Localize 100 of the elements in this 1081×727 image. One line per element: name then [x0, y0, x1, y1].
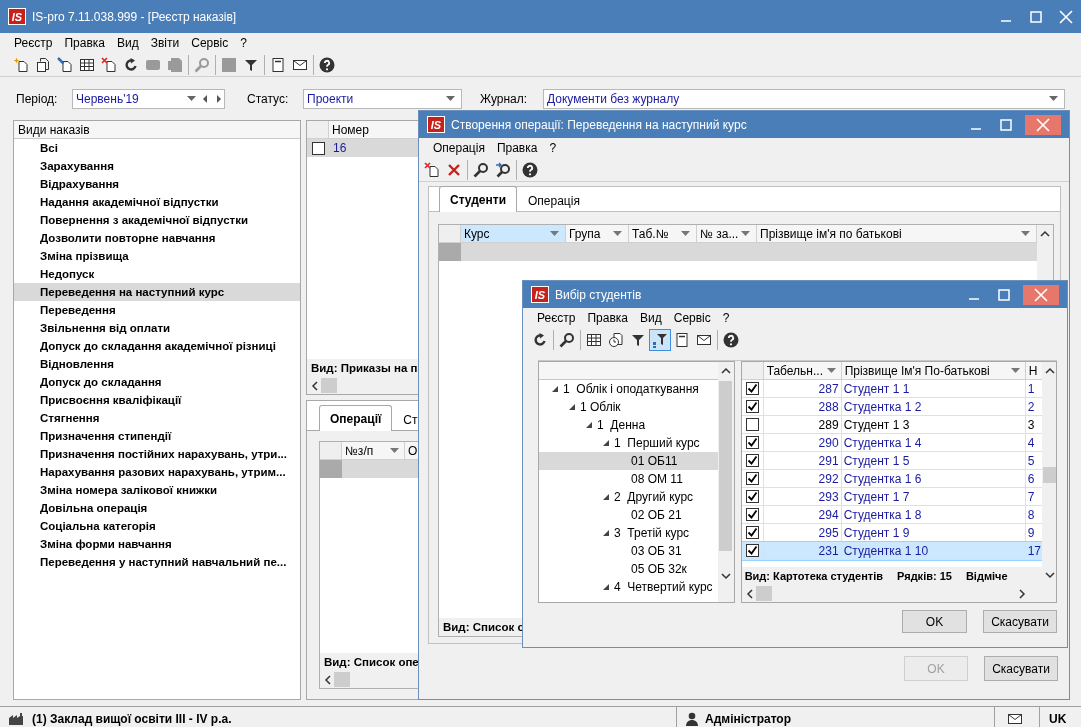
close-button[interactable] — [1025, 114, 1061, 135]
list-item[interactable]: Всі — [14, 139, 300, 157]
scrollbar-thumb[interactable] — [1043, 467, 1056, 483]
tree-item[interactable]: 1 Облік і оподаткування — [563, 382, 699, 396]
menu-item[interactable]: Реєстр — [531, 311, 582, 325]
scrollbar-thumb[interactable] — [719, 381, 733, 551]
checkbox[interactable] — [745, 454, 759, 467]
column-header[interactable]: Види наказів — [14, 121, 300, 139]
tab[interactable]: Операції — [319, 405, 393, 431]
tree-item[interactable]: 03 ОБ 31 — [631, 544, 682, 558]
tree-item[interactable]: 1 Перший курс — [614, 436, 700, 450]
horizontal-scrollbar[interactable] — [741, 585, 1056, 602]
checkbox[interactable] — [745, 508, 759, 521]
checkbox[interactable] — [745, 418, 759, 431]
toolbar-button[interactable] — [649, 329, 671, 351]
checkbox[interactable] — [745, 544, 759, 557]
list-item[interactable]: Допуск до складання — [14, 373, 300, 391]
maximize-icon[interactable] — [1030, 10, 1042, 23]
column-header[interactable]: Н — [1025, 362, 1042, 379]
list-item[interactable]: Відрахування — [14, 175, 300, 193]
maximize-icon[interactable] — [1000, 118, 1012, 131]
menu-item[interactable]: Правка — [490, 141, 544, 155]
tree-item[interactable]: 08 ОМ 11 — [631, 472, 683, 486]
list-item[interactable]: Присвоєння кваліфікації — [14, 391, 300, 409]
list-item[interactable]: Зарахування — [14, 157, 300, 175]
tree-item[interactable]: 05 ОБ 32к — [631, 562, 687, 576]
column-header[interactable]: Курс — [461, 225, 566, 242]
expanded-triangle-icon[interactable] — [602, 529, 610, 537]
expanded-triangle-icon[interactable] — [602, 493, 610, 501]
tree-item[interactable]: 1 Облік — [580, 400, 621, 414]
list-item[interactable]: Переведення на наступний курс — [14, 283, 300, 301]
menu-item[interactable]: Сервіс — [667, 311, 717, 325]
next-arrow-icon[interactable] — [214, 94, 224, 104]
tab[interactable]: Студенти — [439, 186, 517, 212]
menu-item[interactable]: ? — [543, 141, 563, 155]
list-item[interactable]: Стягнення — [14, 409, 300, 427]
menu-item[interactable]: ? — [716, 311, 736, 325]
dialog-button[interactable]: OK — [902, 610, 967, 633]
menu-item[interactable]: Вид — [634, 311, 668, 325]
menu-item[interactable]: Вид — [111, 36, 145, 50]
checkbox[interactable] — [745, 382, 759, 395]
list-item[interactable]: Надання академічної відпустки — [14, 193, 300, 211]
list-item[interactable]: Відновлення — [14, 355, 300, 373]
tree-item[interactable]: 2 Другий курс — [614, 490, 694, 504]
close-button[interactable] — [1023, 284, 1059, 305]
list-item[interactable]: Недопуск — [14, 265, 300, 283]
expanded-triangle-icon[interactable] — [602, 439, 610, 447]
maximize-icon[interactable] — [998, 288, 1010, 301]
menu-item[interactable]: Звіти — [144, 36, 186, 50]
expanded-triangle-icon[interactable] — [568, 403, 576, 411]
list-item[interactable]: Звільнення від оплати — [14, 319, 300, 337]
vertical-scrollbar[interactable] — [1041, 362, 1056, 585]
menu-item[interactable]: Сервіс — [185, 36, 235, 50]
list-item[interactable]: Повернення з академічної відпустки — [14, 211, 300, 229]
column-header[interactable]: №з/п — [342, 442, 405, 459]
tab[interactable]: Операція — [517, 188, 591, 212]
checkbox[interactable] — [745, 526, 759, 539]
expanded-triangle-icon[interactable] — [602, 583, 610, 591]
column-header[interactable]: Прізвище Ім'я По-батькові — [841, 362, 1026, 379]
checkbox[interactable] — [745, 436, 759, 449]
list-item[interactable]: Призначення стипендії — [14, 427, 300, 445]
column-header[interactable]: Таб.№ — [629, 225, 697, 242]
checkbox[interactable] — [745, 472, 759, 485]
scrollbar-thumb[interactable] — [755, 586, 772, 601]
list-item[interactable]: Дозволити повторне навчання — [14, 229, 300, 247]
journal-field[interactable]: Документи без журналу — [543, 89, 1065, 109]
expanded-triangle-icon[interactable] — [551, 385, 559, 393]
menu-item[interactable]: Правка — [58, 36, 111, 50]
list-item[interactable]: Призначення постійних нарахувань, утри... — [14, 445, 300, 463]
tree-item[interactable]: 02 ОБ 21 — [631, 508, 682, 522]
menu-item[interactable]: Правка — [581, 311, 634, 325]
checkbox[interactable] — [311, 141, 325, 155]
period-field[interactable]: Червень'19 — [72, 89, 225, 109]
list-item[interactable]: Довільна операція — [14, 499, 300, 517]
checkbox[interactable] — [745, 400, 759, 413]
list-item[interactable]: Допуск до складання академічної різниці — [14, 337, 300, 355]
scrollbar-thumb[interactable] — [321, 378, 337, 393]
close-icon[interactable] — [1059, 9, 1073, 24]
dialog-button[interactable]: Скасувати — [984, 656, 1058, 681]
expanded-triangle-icon[interactable] — [585, 421, 593, 429]
tree-item[interactable]: 1 Денна — [597, 418, 646, 432]
menu-item[interactable]: ? — [234, 36, 253, 50]
list-item[interactable]: Зміна номера залікової книжки — [14, 481, 300, 499]
column-header[interactable]: Табельн... — [763, 362, 842, 379]
language-label[interactable]: UK — [1049, 711, 1067, 726]
column-header[interactable]: № за... — [697, 225, 757, 242]
tree-item[interactable]: 3 Третій курс — [614, 526, 690, 540]
list-item[interactable]: Переведення — [14, 301, 300, 319]
menu-item[interactable]: Операція — [427, 141, 491, 155]
list-item[interactable]: Зміна форми навчання — [14, 535, 300, 553]
column-header[interactable]: Група — [566, 225, 629, 242]
status-field[interactable]: Проекти — [303, 89, 462, 109]
dialog-button[interactable]: Скасувати — [983, 610, 1057, 633]
tree-item[interactable]: 4 Четвертий курс — [614, 580, 713, 594]
list-item[interactable]: Переведення у наступний навчальний пе... — [14, 553, 300, 571]
list-item[interactable]: Зміна прізвища — [14, 247, 300, 265]
scrollbar-thumb[interactable] — [334, 672, 350, 687]
menu-item[interactable]: Реєстр — [8, 36, 59, 50]
vertical-scrollbar[interactable] — [717, 362, 734, 602]
list-item[interactable]: Нарахування разових нарахувань, утрим... — [14, 463, 300, 481]
